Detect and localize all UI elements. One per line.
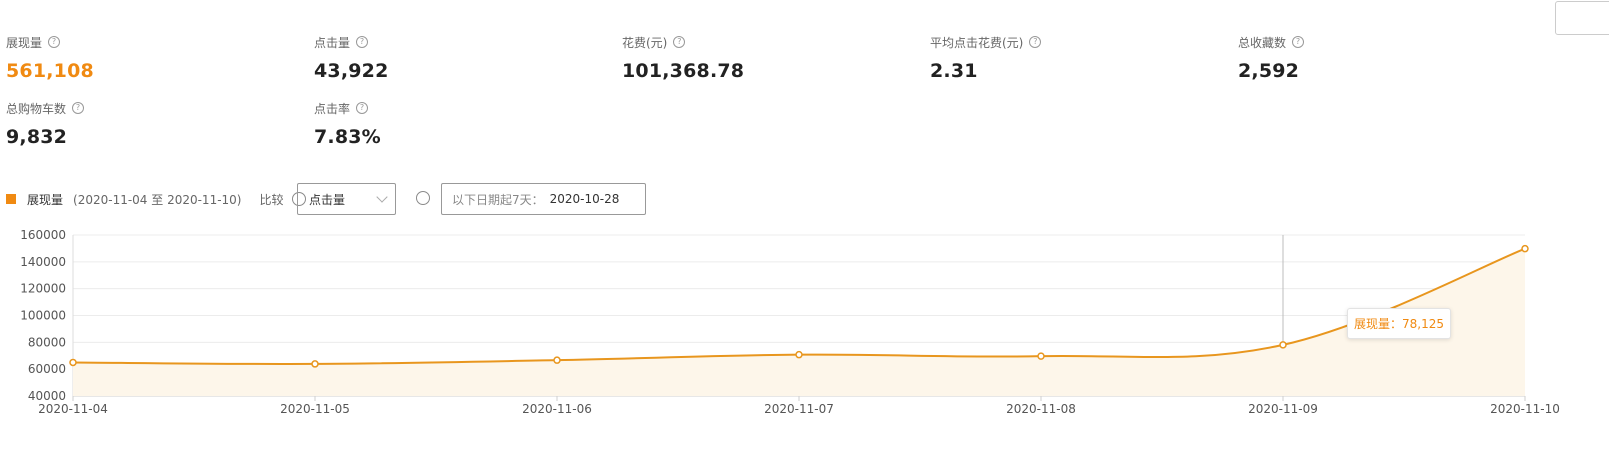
x-tick-label: 2020-11-08 <box>1006 402 1076 416</box>
data-point <box>1279 341 1287 349</box>
compare-select-value: 点击量 <box>309 192 346 207</box>
legend-series-name: 展现量 <box>27 192 64 207</box>
y-tick-label: 80000 <box>28 335 66 349</box>
y-tick-label: 120000 <box>20 282 66 296</box>
prior-date-label: 以下日期起7天： <box>452 192 544 207</box>
chart-tooltip: 展现量：78,125 <box>1347 308 1451 339</box>
metric-label: 展现量 <box>6 35 43 50</box>
metric-value: 2.31 <box>930 60 978 82</box>
help-icon[interactable]: ? <box>1292 36 1305 48</box>
compare-label: 比较 <box>259 192 284 207</box>
chart-legend-row: 展现量 (2020-11-04 至 2020-11-10) 比较 <box>6 183 306 215</box>
x-tick-label: 2020-11-10 <box>1490 402 1560 416</box>
metric-avg-click-cost: 平均点击花费(元)? 2.31 <box>930 34 1042 82</box>
metric-label: 花费(元) <box>622 35 668 50</box>
y-tick-label: 60000 <box>28 362 66 376</box>
metric-label: 点击率 <box>314 101 351 116</box>
metric-label: 点击量 <box>314 35 351 50</box>
prior-date-value: 2020-10-28 <box>549 192 620 206</box>
metric-cart: 总购物车数? 9,832 <box>6 100 85 148</box>
y-tick-label: 40000 <box>28 389 66 403</box>
metric-favorites: 总收藏数? 2,592 <box>1238 34 1305 82</box>
x-tick-label: 2020-11-04 <box>38 402 108 416</box>
data-point <box>1521 244 1529 253</box>
metric-impressions: 展现量? 561,108 <box>6 34 94 83</box>
metric-value: 561,108 <box>6 60 94 82</box>
y-tick-label: 160000 <box>20 228 66 242</box>
compare-metric-select[interactable]: 点击量 <box>297 183 396 215</box>
x-tick-label: 2020-11-06 <box>522 402 592 416</box>
compare-prior-radio[interactable] <box>416 191 430 205</box>
x-tick-label: 2020-11-05 <box>280 402 350 416</box>
help-icon[interactable]: ? <box>356 102 369 114</box>
help-icon[interactable]: ? <box>48 36 61 48</box>
metric-value: 7.83% <box>314 126 381 148</box>
help-icon[interactable]: ? <box>673 36 686 48</box>
metric-label: 平均点击花费(元) <box>930 35 1024 50</box>
metric-label: 总收藏数 <box>1238 35 1287 50</box>
metric-value: 101,368.78 <box>622 60 745 82</box>
metric-value: 9,832 <box>6 126 68 148</box>
metric-ctr: 点击率? 7.83% <box>314 100 381 149</box>
data-point <box>69 358 77 367</box>
y-tick-label: 100000 <box>20 309 66 323</box>
help-icon[interactable]: ? <box>1029 36 1042 48</box>
data-point <box>795 350 803 359</box>
help-icon[interactable]: ? <box>356 36 369 48</box>
metric-clicks: 点击量? 43,922 <box>314 34 389 83</box>
metric-value: 2,592 <box>1238 60 1300 82</box>
metric-cost: 花费(元)? 101,368.78 <box>622 34 745 83</box>
prior-date-field[interactable]: 以下日期起7天： 2020-10-28 <box>441 183 646 215</box>
legend-date-range: (2020-11-04 至 2020-11-10) <box>73 192 242 207</box>
corner-button[interactable] <box>1555 1 1609 35</box>
series-area <box>73 248 1525 396</box>
chevron-down-icon <box>376 191 388 203</box>
data-point <box>553 356 561 364</box>
help-icon[interactable]: ? <box>72 102 85 114</box>
x-tick-label: 2020-11-07 <box>764 402 834 416</box>
data-point <box>1037 352 1045 360</box>
y-tick-label: 140000 <box>20 255 66 269</box>
legend-swatch <box>6 194 16 204</box>
metric-label: 总购物车数 <box>6 101 67 116</box>
metric-value: 43,922 <box>314 60 389 82</box>
data-point <box>311 360 319 368</box>
x-tick-label: 2020-11-09 <box>1248 402 1318 416</box>
